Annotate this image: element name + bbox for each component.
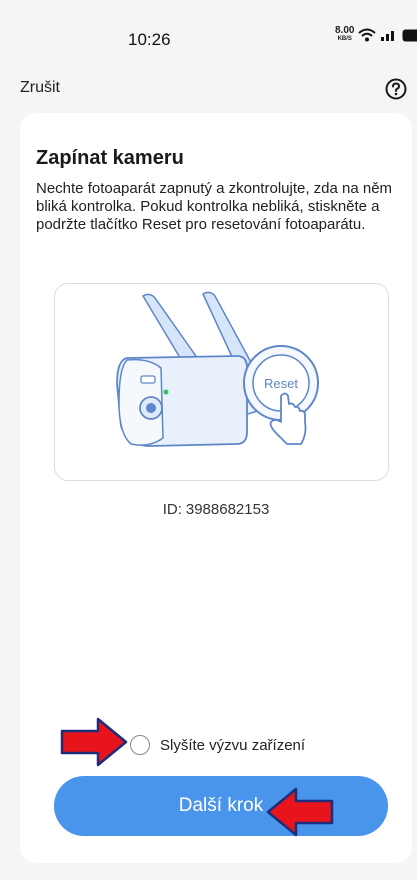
wifi-icon xyxy=(358,28,377,42)
help-icon[interactable] xyxy=(385,78,407,100)
network-speed: 8.00 KB/S xyxy=(335,25,355,43)
hear-prompt-radio[interactable] xyxy=(130,735,150,755)
camera-reset-illustration: Reset xyxy=(54,283,389,481)
next-step-button[interactable]: Další krok xyxy=(54,776,388,836)
annotation-arrow-left xyxy=(266,787,334,837)
reset-illustration-label: Reset xyxy=(264,376,298,391)
device-id: ID: 3988682153 xyxy=(20,501,412,518)
card-description: Nechte fotoaparát zapnutý a zkontrolujte… xyxy=(36,180,393,233)
signal-icon xyxy=(381,31,395,41)
card-title: Zapínat kameru xyxy=(36,147,184,169)
camera-illustration: Reset xyxy=(116,291,319,447)
hear-prompt-label: Slyšíte výzvu zařízení xyxy=(160,736,306,754)
network-speed-unit: KB/S xyxy=(337,36,352,42)
device-id-value: 3988682153 xyxy=(185,501,270,518)
device-id-label: ID: xyxy=(162,501,182,518)
status-bar: 10:26 8.00 KB/S xyxy=(0,0,417,60)
network-speed-value: 8.00 xyxy=(335,25,355,36)
battery-icon xyxy=(402,29,417,41)
hear-prompt-option[interactable]: Slyšíte výzvu zařízení xyxy=(130,735,305,755)
cancel-button[interactable]: Zrušit xyxy=(20,79,60,97)
status-time: 10:26 xyxy=(128,30,171,49)
annotation-arrow-right xyxy=(60,717,128,767)
status-icons: 8.00 KB/S xyxy=(335,25,417,43)
